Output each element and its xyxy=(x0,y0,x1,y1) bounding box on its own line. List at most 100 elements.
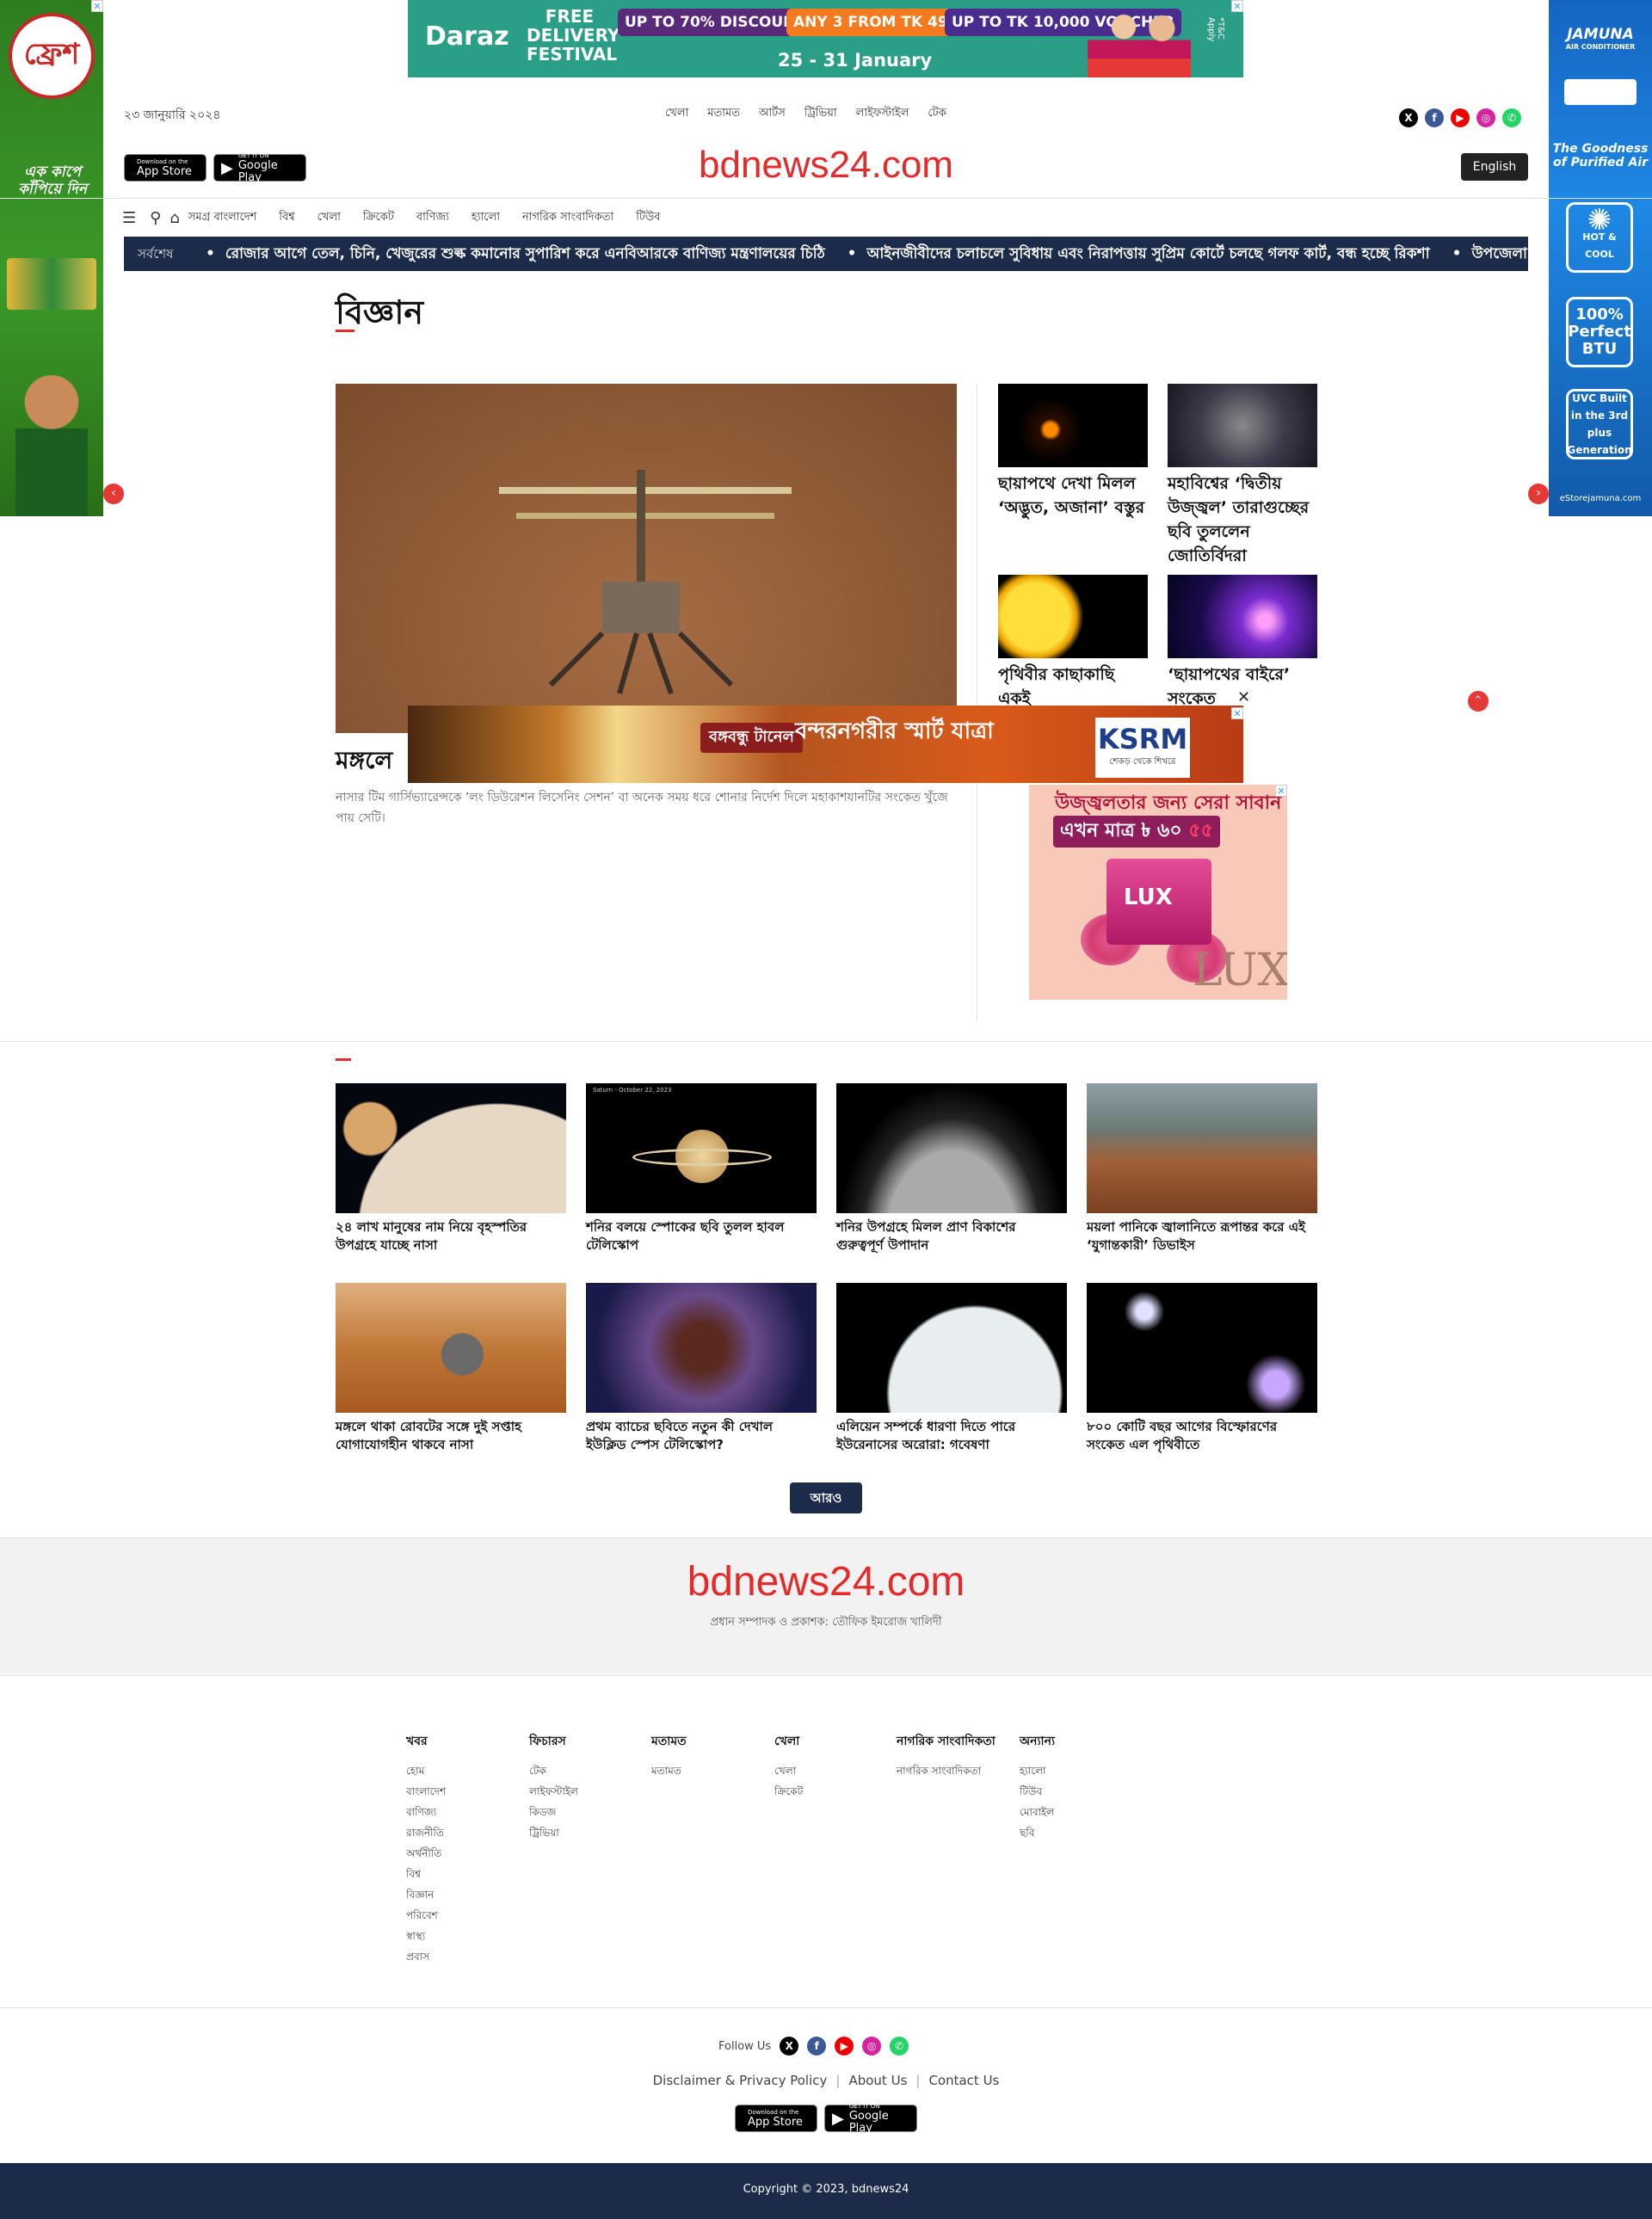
lux-sidebar-ad[interactable]: উজ্জ্বলতার জন্য সেরা সাবান এখন মাত্র ৳ ৬… xyxy=(1029,785,1287,1000)
grid-title[interactable]: ২৪ লাখ মানুষের নাম নিয়ে বৃহস্পতির উপগ্র… xyxy=(336,1218,566,1254)
ad-close-icon[interactable]: ✕ xyxy=(1275,785,1287,797)
top-link[interactable]: টেক xyxy=(928,105,946,123)
app-store-button[interactable]: Download on the App Store xyxy=(735,2105,817,2132)
footer-link[interactable]: ক্রিকেট xyxy=(774,1781,803,1802)
top-banner-ad[interactable]: Daraz FREE DELIVERY FESTIVAL UP TO 70% D… xyxy=(408,0,1243,77)
top-link[interactable]: লাইফস্টাইল xyxy=(856,105,909,123)
google-play-button[interactable]: ▶ GET IT ON Google Play xyxy=(824,2103,917,2135)
lead-story-image[interactable] xyxy=(336,384,957,733)
facebook-icon[interactable]: f xyxy=(807,2037,827,2056)
grid-image[interactable] xyxy=(586,1283,817,1413)
footer-link[interactable]: ট্রিভিয়া xyxy=(529,1822,578,1843)
grid-title[interactable]: শনির বলয়ে স্পোকের ছবি তুলল হাবল টেলিস্ক… xyxy=(586,1218,817,1254)
grid-title[interactable]: ৮০০ কোটি বছর আগের বিস্ফোরণের সংকেত এল পৃ… xyxy=(1087,1418,1317,1454)
instagram-icon[interactable]: ◎ xyxy=(1476,108,1495,127)
grid-image[interactable] xyxy=(336,1083,566,1213)
x-icon[interactable]: X xyxy=(1399,108,1418,127)
footer-link[interactable]: লাইফস্টাইল xyxy=(529,1781,578,1802)
menu-icon[interactable]: ☰ xyxy=(122,209,136,227)
footer-link[interactable]: বাংলাদেশ xyxy=(406,1781,446,1802)
footer-link[interactable]: খেলা xyxy=(774,1760,803,1781)
ad-close-icon[interactable]: ✕ xyxy=(1231,707,1243,719)
footer-link[interactable]: বিজ্ঞান xyxy=(406,1884,446,1905)
grid-image[interactable] xyxy=(1087,1083,1317,1213)
x-icon[interactable]: X xyxy=(780,2037,799,2056)
youtube-icon[interactable]: ▶ xyxy=(835,2037,854,2056)
nav-item[interactable]: ক্রিকেট xyxy=(363,209,394,227)
footer-link[interactable]: টিউব xyxy=(1020,1781,1055,1802)
ticker-item[interactable]: আইনজীবীদের চলাচলে সুবিধায় এবং নিরাপত্তা… xyxy=(848,237,1430,271)
footer-link[interactable]: হোম xyxy=(406,1760,446,1781)
english-button[interactable]: English xyxy=(1461,153,1528,181)
grid-title[interactable]: মঙ্গলে থাকা রোবটের সঙ্গে দুই সপ্তাহ যোগা… xyxy=(336,1418,566,1454)
ad-close-icon[interactable]: ✕ xyxy=(91,0,103,12)
footer-link[interactable]: কিডজ xyxy=(529,1802,578,1822)
nav-item[interactable]: বাণিজ্য xyxy=(416,209,449,227)
grid-image[interactable]: Saturn - October 22, 2023 xyxy=(586,1083,817,1213)
footer-link[interactable]: স্বাস্থ্য xyxy=(406,1926,446,1946)
card-image[interactable] xyxy=(998,384,1148,467)
footer-link[interactable]: বিশ্ব xyxy=(406,1864,446,1884)
chevron-up-icon[interactable]: ⌃ xyxy=(1468,691,1489,712)
footer-link[interactable]: হ্যালো xyxy=(1020,1760,1055,1781)
nav-item[interactable]: বিশ্ব xyxy=(279,209,294,227)
card-title[interactable]: মহাবিশ্বের ‘দ্বিতীয় উজ্জ্বল’ তারাগুচ্ছে… xyxy=(1168,472,1317,568)
footer-link[interactable]: মোবাইল xyxy=(1020,1802,1055,1822)
grid-title[interactable]: ময়লা পানিকে জ্বালানিতে রূপান্তর করে এই … xyxy=(1087,1218,1317,1254)
grid-title[interactable]: শনির উপগ্রহে মিলল প্রাণ বিকাশের গুরুত্বপ… xyxy=(836,1218,1067,1254)
ticker-item[interactable]: উপজেলা পরিষদের ভোট ঈদের পর xyxy=(1452,237,1528,271)
right-skyscraper-ad[interactable]: JAMUNA AIR CONDITIONER The Goodness of Pu… xyxy=(1549,0,1652,516)
footer-link[interactable]: টেক xyxy=(529,1760,578,1781)
grid-image[interactable] xyxy=(836,1083,1067,1213)
nav-item[interactable]: খেলা xyxy=(317,209,341,227)
youtube-icon[interactable]: ▶ xyxy=(1451,108,1470,127)
card-title[interactable]: পৃথিবীর কাছাকাছি একই xyxy=(998,663,1148,711)
load-more-button[interactable]: আরও xyxy=(790,1482,862,1513)
site-logo[interactable]: bdnews24.com xyxy=(0,144,1652,187)
footer-social: Follow Us X f ▶ ◎ ✆ xyxy=(718,2037,909,2056)
grid-image[interactable] xyxy=(836,1283,1067,1413)
nav-item[interactable]: টিউব xyxy=(636,209,660,227)
footer-logo[interactable]: bdnews24.com xyxy=(0,1558,1652,1606)
middle-banner-ad[interactable]: বঙ্গবন্ধু টানেল বন্দরনগরীর স্মার্ট যাত্র… xyxy=(408,706,1243,783)
lead-story-title[interactable]: মঙ্গলে xyxy=(336,742,392,782)
disclaimer-link[interactable]: Disclaimer & Privacy Policy xyxy=(644,2073,836,2088)
footer-link[interactable]: মতামত xyxy=(651,1760,687,1781)
instagram-icon[interactable]: ◎ xyxy=(862,2037,882,2056)
ad-close-icon[interactable]: ✕ xyxy=(1231,0,1243,12)
footer-link[interactable]: পরিবেশ xyxy=(406,1905,446,1926)
nav-item[interactable]: নাগরিক সাংবাদিকতা xyxy=(522,209,613,227)
top-link[interactable]: খেলা xyxy=(665,105,688,123)
ticker-item[interactable]: রোজার আগে তেল, চিনি, খেজুরের শুল্ক কমানো… xyxy=(206,237,825,271)
contact-link[interactable]: Contact Us xyxy=(920,2073,1008,2088)
chevron-left-icon[interactable]: ‹ xyxy=(103,484,124,504)
card-title[interactable]: ছায়াপথে দেখা মিলল ‘অদ্ভুত, অজানা’ বস্তু… xyxy=(998,472,1148,520)
footer-link[interactable]: অর্থনীতি xyxy=(406,1843,446,1864)
nav-item[interactable]: সমগ্র বাংলাদেশ xyxy=(188,209,256,227)
nav-item[interactable]: হ্যালো xyxy=(472,209,500,227)
home-icon[interactable]: ⌂ xyxy=(170,209,179,227)
card-image[interactable] xyxy=(1168,384,1317,467)
whatsapp-icon[interactable]: ✆ xyxy=(1502,108,1521,127)
footer-link[interactable]: নাগরিক সাংবাদিকতা xyxy=(897,1760,996,1781)
about-link[interactable]: About Us xyxy=(840,2073,915,2088)
footer-link[interactable]: ছবি xyxy=(1020,1822,1055,1843)
top-link[interactable]: আর্টস xyxy=(759,105,786,123)
card-image[interactable] xyxy=(1168,575,1317,658)
search-icon[interactable]: ⚲ xyxy=(150,209,161,227)
grid-image[interactable] xyxy=(336,1283,566,1413)
grid-title[interactable]: এলিয়েন সম্পর্কে ধারণা দিতে পারে ইউরেনাস… xyxy=(836,1418,1067,1454)
whatsapp-icon[interactable]: ✆ xyxy=(890,2037,909,2056)
close-icon[interactable]: ✕ xyxy=(1237,688,1250,706)
top-link[interactable]: মতামত xyxy=(707,105,740,123)
grid-title[interactable]: প্রথম ব্যাচের ছবিতে নতুন কী দেখাল ইউক্লি… xyxy=(586,1418,817,1454)
footer-link[interactable]: রাজনীতি xyxy=(406,1822,446,1843)
grid-image[interactable] xyxy=(1087,1283,1317,1413)
chevron-right-icon[interactable]: › xyxy=(1528,484,1549,504)
top-link[interactable]: ট্রিভিয়া xyxy=(804,105,837,123)
card-image[interactable] xyxy=(998,575,1148,658)
footer-link[interactable]: প্রবাস xyxy=(406,1946,446,1967)
footer-link[interactable]: বাণিজ্য xyxy=(406,1802,446,1822)
left-skyscraper-ad[interactable]: ফ্রেশ এক কাপে কাঁপিয়ে দিন xyxy=(0,0,103,516)
facebook-icon[interactable]: f xyxy=(1425,108,1444,127)
